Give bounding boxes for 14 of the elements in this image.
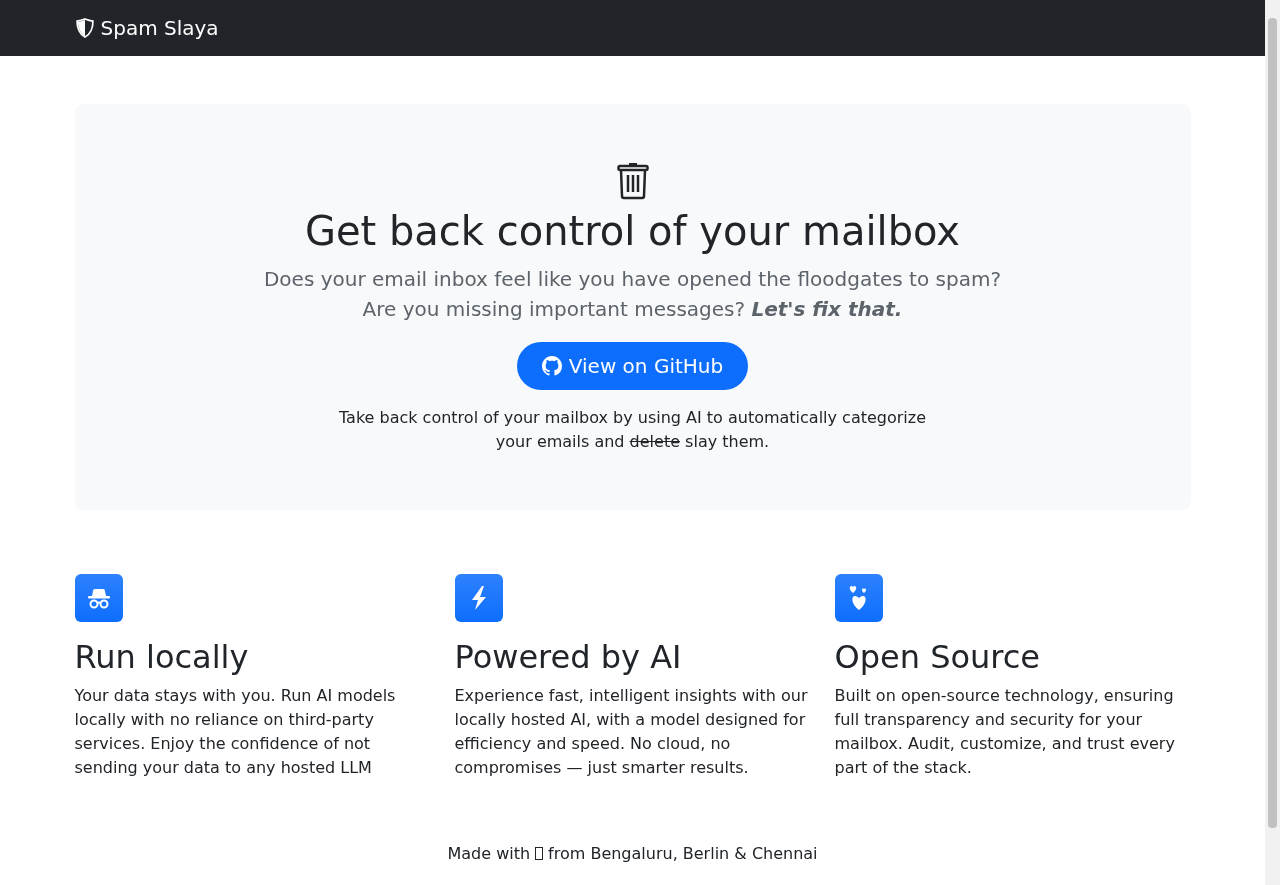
github-button[interactable]: View on GitHub: [516, 342, 749, 390]
hero-lead: Does your email inbox feel like you have opened the floodgates to spam?: [263, 266, 1001, 293]
feature-title: Run locally: [74, 638, 250, 676]
hero-lead: Are you missing important messages? Let's fix that.: [362, 296, 903, 323]
footer-text: Made with: [447, 844, 531, 863]
brand-link[interactable]: Spam Slaya: [74, 16, 1191, 40]
hero-description: Take back control of your mailbox by using AI to automatically categorize your emails and delete slay them.: [337, 407, 928, 453]
feature-text: Experience fast, intelligent insights with our locally hosted AI, with a model designed for efficiency and speed. No cloud, no compromises — just smarter results.: [454, 685, 809, 779]
feature-title: Powered by AI: [454, 638, 683, 676]
feature-title: Open Source: [834, 638, 1042, 676]
feature-text: Your data stays with you. Run AI models locally with no reliance on third-party services. Enjoy the confidence of not sending your data to any hosted LLM: [74, 685, 397, 779]
hero-title: Get back control of your mailbox: [304, 208, 961, 254]
feature-text: Built on open-source technology, ensuring full transparency and security for your mailbox. Audit, customize, and trust every part of the stack.: [834, 685, 1176, 779]
footer-text: from Bengaluru, Berlin & Chennai: [548, 844, 818, 863]
